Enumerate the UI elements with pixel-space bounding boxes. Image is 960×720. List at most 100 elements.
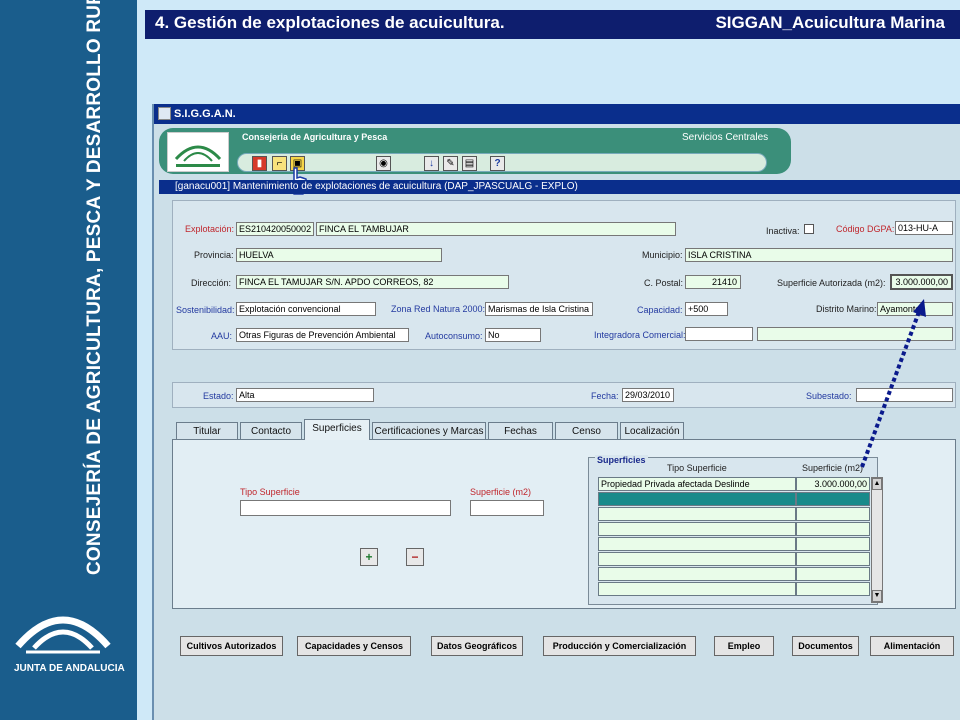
cell-tipo [598,522,796,536]
inactiva-checkbox[interactable] [804,224,814,234]
cell-superficie: 3.000.000,00 [796,477,870,491]
table-row[interactable] [598,582,870,596]
tab-fechas[interactable]: Fechas [488,422,553,440]
cell-superficie [796,567,870,581]
tab-censo[interactable]: Censo [555,422,618,440]
service-name: Servicios Centrales [682,132,769,143]
capacidad-field[interactable]: +500 [685,302,728,316]
header-banner: Consejeria de Agricultura y Pesca Servic… [159,128,791,174]
integradora-comercial-label: Integradora Comercial: [594,330,686,340]
estado-label: Estado: [203,391,234,401]
produccion-comercializacion-button[interactable]: Producción y Comercialización [543,636,696,656]
slide-title: 4. Gestión de explotaciones de acuicultu… [155,13,505,32]
table-row[interactable] [598,537,870,551]
superficie-autorizada-field[interactable]: 3.000.000,00 [890,274,953,290]
inactiva-label: Inactiva: [766,226,800,236]
open-folder-icon[interactable]: ⌐ [272,156,287,171]
toolbar: ▮ ⌐ ▣ ◉ ↓ ✎ ▤ ? [237,153,767,172]
scroll-down-icon[interactable]: ▼ [872,590,882,602]
capacidades-censos-button[interactable]: Capacidades y Censos [297,636,411,656]
fecha-field[interactable]: 29/03/2010 [622,388,674,402]
tab-titular[interactable]: Titular [176,422,238,440]
superficie-m2-label: Superficie (m2) [470,487,532,497]
alimentacion-button[interactable]: Alimentación [870,636,954,656]
col-tipo-superficie: Tipo Superficie [667,463,727,473]
provincia-label: Provincia: [194,250,234,260]
cell-tipo [598,567,796,581]
sostenibilidad-label: Sostenibilidad: [176,305,235,315]
app-title: S.I.G.G.A.N. [174,108,236,120]
app-icon [158,107,171,120]
junta-logo-icon [167,132,229,172]
org-name: Consejeria de Agricultura y Pesca [242,132,388,142]
zona-red-natura-label: Zona Red Natura 2000: [391,304,486,314]
cpostal-label: C. Postal: [644,278,684,288]
tipo-superficie-field[interactable] [240,500,451,516]
table-row[interactable] [598,507,870,521]
provincia-field[interactable]: HUELVA [236,248,442,262]
table-row[interactable] [598,567,870,581]
documentos-button[interactable]: Documentos [792,636,859,656]
superficies-grid: Superficies Tipo Superficie Superficie (… [588,455,883,605]
autoconsumo-label: Autoconsumo: [425,331,483,341]
table-row[interactable]: Propiedad Privada afectada Deslinde 3.00… [598,477,870,491]
empleo-button[interactable]: Empleo [714,636,774,656]
autoconsumo-field[interactable]: No [485,328,541,342]
fecha-label: Fecha: [591,391,619,401]
binoculars-icon[interactable]: ◉ [376,156,391,171]
table-row[interactable] [598,522,870,536]
explotacion-code-field[interactable]: ES210420050002 [236,222,314,236]
download-icon[interactable]: ↓ [424,156,439,171]
zona-red-natura-field[interactable]: Marismas de Isla Cristina [485,302,593,316]
subestado-label: Subestado: [806,391,852,401]
cell-superficie [796,522,870,536]
print-icon[interactable]: ▤ [462,156,477,171]
cell-superficie [796,552,870,566]
cell-tipo [598,537,796,551]
cell-tipo [598,552,796,566]
tab-contacto[interactable]: Contacto [240,422,302,440]
table-row[interactable] [598,492,870,506]
grid-title: Superficies [595,455,648,465]
junta-andalucia-logo-icon [15,616,111,654]
annotation-arrow-icon [860,299,926,468]
integradora-code-field[interactable] [685,327,753,341]
sostenibilidad-field[interactable]: Explotación convencional [236,302,376,316]
table-row[interactable] [598,552,870,566]
tab-certificaciones[interactable]: Certificaciones y Marcas [372,422,486,440]
datos-geograficos-button[interactable]: Datos Geográficos [431,636,523,656]
direccion-field[interactable]: FINCA EL TAMUJAR S/N. APDO CORREOS, 82 [236,275,509,289]
tab-localizacion[interactable]: Localización [620,422,684,440]
cell-tipo [598,507,796,521]
grid-scrollbar[interactable]: ▲ ▼ [871,477,883,603]
codigo-dgpa-field[interactable]: 013-HU-A [895,221,953,235]
superficie-m2-field[interactable] [470,500,544,516]
cpostal-field[interactable]: 21410 [685,275,741,289]
slide-subtitle: SIGGAN_Acuicultura Marina [715,13,945,32]
cell-superficie [796,582,870,596]
explotacion-label: Explotación: [185,224,235,234]
app-window: S.I.G.G.A.N. Consejeria de Agricultura y… [152,104,960,720]
cell-superficie [796,492,870,506]
sidebar-org-name: CONSEJERÍA DE AGRICULTURA, PESCA Y DESAR… [84,0,105,575]
explotacion-name-field[interactable]: FINCA EL TAMBUJAR [316,222,676,236]
tab-superficies[interactable]: Superficies [304,419,370,440]
estado-field[interactable]: Alta [236,388,374,402]
exit-door-icon[interactable]: ▮ [252,156,267,171]
cell-tipo [598,492,796,506]
help-icon[interactable]: ? [490,156,505,171]
aau-label: AAU: [211,331,233,341]
superficie-autorizada-label: Superficie Autorizada (m2): [777,278,886,288]
add-row-icon[interactable]: + [360,548,378,566]
cell-tipo: Propiedad Privada afectada Deslinde [598,477,796,491]
municipio-label: Municipio: [642,250,683,260]
logo-label: JUNTA DE ANDALUCIA [14,663,125,674]
municipio-field[interactable]: ISLA CRISTINA [685,248,953,262]
edit-icon[interactable]: ✎ [443,156,458,171]
scroll-up-icon[interactable]: ▲ [872,478,882,490]
codigo-dgpa-label: Código DGPA: [836,224,895,234]
delete-row-icon[interactable]: − [406,548,424,566]
aau-field[interactable]: Otras Figuras de Prevención Ambiental [236,328,409,342]
tipo-superficie-label: Tipo Superficie [240,487,300,497]
cultivos-autorizados-button[interactable]: Cultivos Autorizados [180,636,283,656]
